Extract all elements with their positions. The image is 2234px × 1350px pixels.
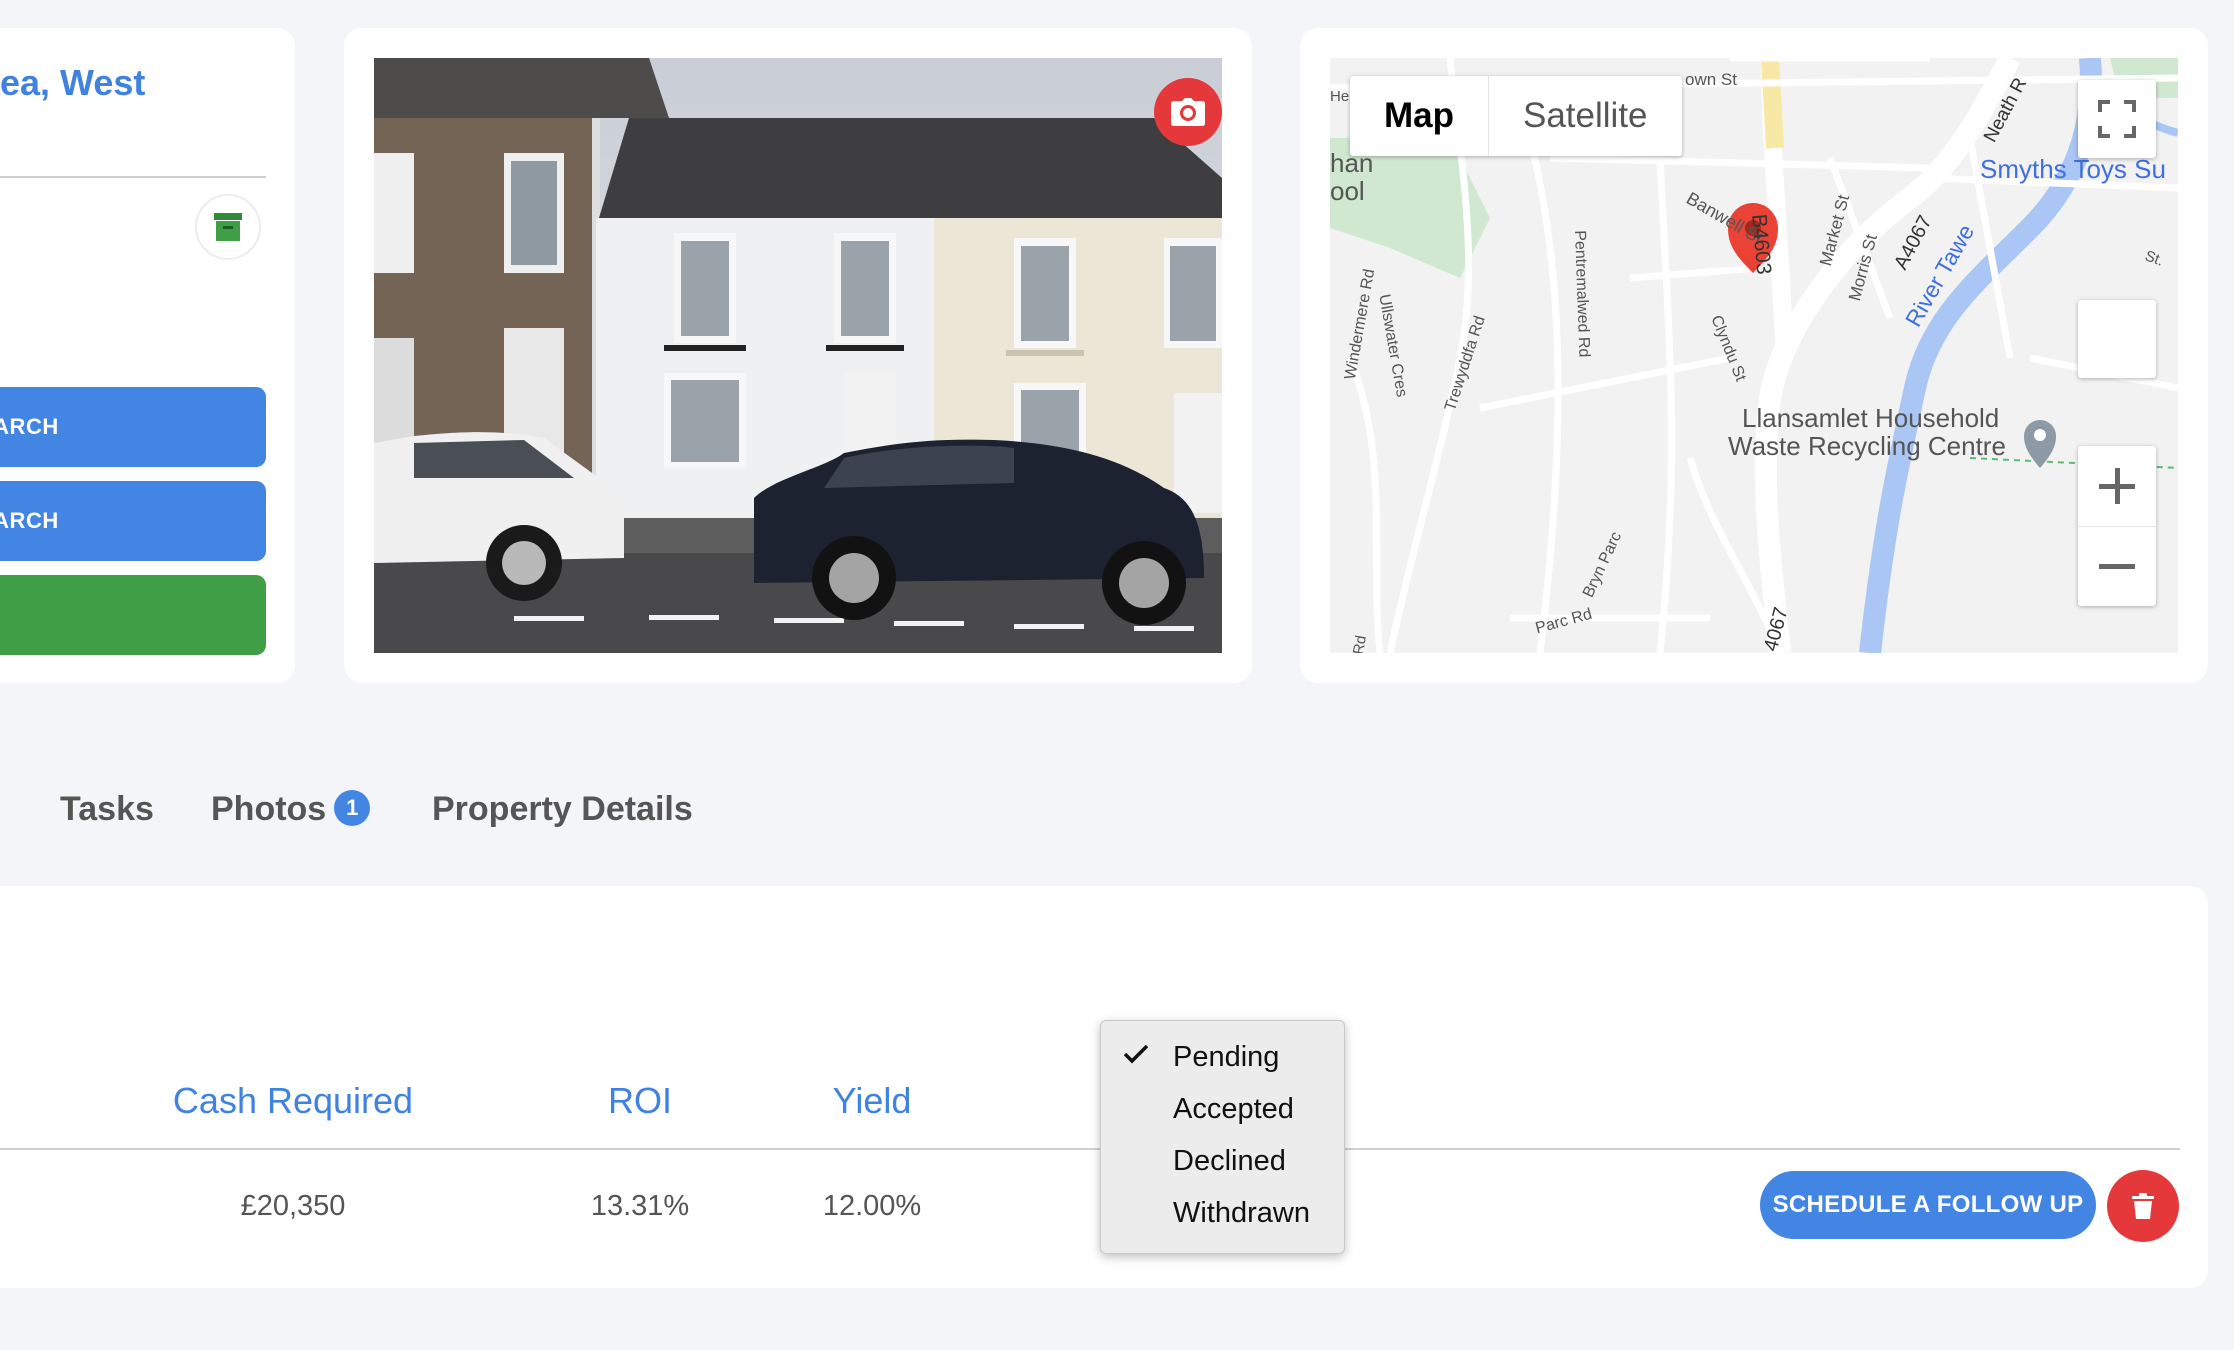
map-type-satellite[interactable]: Satellite [1489,76,1682,156]
search-button-2[interactable]: EARCH [0,481,266,561]
tab-tasks[interactable]: Tasks [60,790,154,829]
status-option-pending[interactable]: Pending [1173,1041,1279,1074]
tab-tasks-label: Tasks [60,790,154,828]
property-photo[interactable] [374,58,1222,653]
property-map[interactable]: Smyths Toys Su Llansamlet Household Wast… [1330,58,2178,653]
zoom-controls [2078,446,2156,606]
green-action-button[interactable] [0,575,266,655]
add-photo-button[interactable] [1154,78,1222,146]
cell-yield: 12.00% [822,1190,922,1222]
map-label-town: own St [1685,70,1737,89]
cell-cash-required: £20,350 [240,1190,346,1222]
map-type-toggle: Map Satellite [1350,76,1682,156]
plus-icon [2099,467,2135,504]
map-label-smyths: Smyths Toys Su [1980,154,2166,184]
map-label-ool: ool [1330,176,1365,206]
tab-photos-label: Photos [211,790,327,828]
photo-card [344,28,1252,683]
tab-property-details[interactable]: Property Details [432,790,693,829]
property-summary-card: ea, West EARCH EARCH [0,28,295,683]
tab-property-details-label: Property Details [432,790,693,828]
tab-photos[interactable]: Photos 1 [211,790,371,829]
divider [0,176,266,178]
archive-icon [214,213,242,241]
map-label-recycling-2: Waste Recycling Centre [1728,431,2006,461]
map-label-recycling-1: Llansamlet Household [1742,403,2000,433]
fullscreen-icon [2098,100,2136,138]
status-dropdown-menu: Pending Accepted Declined Withdrawn [1100,1020,1345,1254]
delete-button[interactable] [2107,1170,2179,1242]
fullscreen-button[interactable] [2078,80,2156,158]
search-button-1[interactable]: EARCH [0,387,266,467]
status-option-withdrawn[interactable]: Withdrawn [1173,1197,1310,1230]
search-button-2-label: EARCH [0,508,59,533]
map-label-he: He [1330,88,1350,105]
map-card: Smyths Toys Su Llansamlet Household Wast… [1300,28,2208,683]
status-option-declined[interactable]: Declined [1173,1145,1286,1178]
search-button-1-label: EARCH [0,414,59,439]
map-type-map[interactable]: Map [1350,76,1489,156]
cell-roi: 13.31% [590,1190,690,1222]
column-header-roi[interactable]: ROI [608,1080,672,1122]
checkmark-icon [1123,1044,1149,1064]
status-option-accepted[interactable]: Accepted [1173,1093,1294,1126]
archive-button[interactable] [195,194,261,260]
column-header-cash-required[interactable]: Cash Required [173,1080,413,1122]
schedule-follow-up-button[interactable]: SCHEDULE A FOLLOW UP [1760,1171,2096,1239]
property-address[interactable]: ea, West [0,62,145,104]
minus-icon [2099,564,2135,570]
column-header-yield[interactable]: Yield [833,1080,912,1122]
map-label-b4603: B4603 [1747,213,1776,276]
trash-icon [2132,1193,2154,1219]
photos-count-badge: 1 [334,790,371,827]
house-photo-image [374,58,1222,653]
zoom-out-button[interactable] [2078,527,2156,607]
zoom-in-button[interactable] [2078,446,2156,527]
map-label-rd-bottom: Rd [1350,634,1371,653]
street-view-button[interactable] [2078,300,2156,378]
camera-icon [1171,98,1205,126]
table-header-divider [0,1148,2180,1150]
